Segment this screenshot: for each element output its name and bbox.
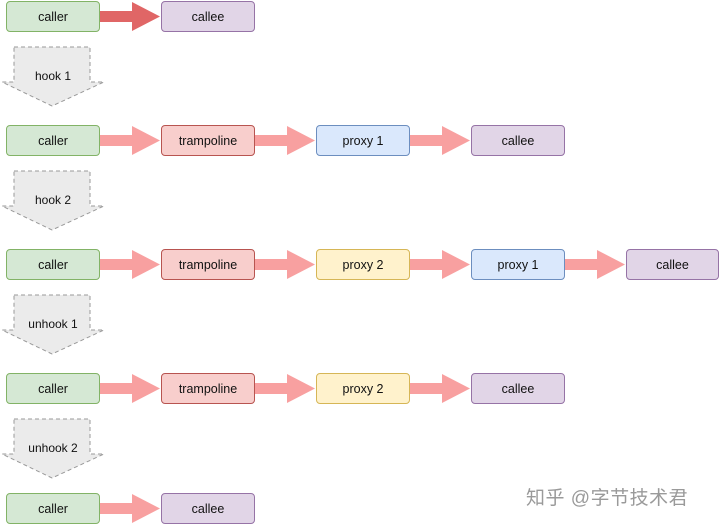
step-label-hook-1: hook 1 (34, 69, 72, 83)
callee-node-1: callee (161, 1, 255, 32)
right-block-arrow-icon (410, 126, 470, 155)
caller-node-4: caller (6, 373, 100, 404)
trampoline-node-3: trampoline (161, 249, 255, 280)
right-block-arrow-icon (255, 250, 315, 279)
callee-node-5: callee (161, 493, 255, 524)
right-block-arrow-icon (100, 494, 160, 523)
right-block-arrow-icon (100, 374, 160, 403)
step-label-unhook-2: unhook 2 (28, 441, 78, 455)
right-block-arrow-icon (410, 374, 470, 403)
caller-node-3: caller (6, 249, 100, 280)
step-label-unhook-1: unhook 1 (28, 317, 78, 331)
proxy1-node-2: proxy 1 (316, 125, 410, 156)
callee-node-4: callee (471, 373, 565, 404)
caller-node-2: caller (6, 125, 100, 156)
caller-node-1: caller (6, 1, 100, 32)
step-label-hook-2: hook 2 (34, 193, 72, 207)
right-block-arrow-icon (100, 126, 160, 155)
right-block-arrow-icon (100, 2, 160, 31)
right-block-arrow-icon (255, 374, 315, 403)
right-block-arrow-icon (410, 250, 470, 279)
callee-node-2: callee (471, 125, 565, 156)
trampoline-node-2: trampoline (161, 125, 255, 156)
caller-node-5: caller (6, 493, 100, 524)
trampoline-node-4: trampoline (161, 373, 255, 404)
proxy1-node-3: proxy 1 (471, 249, 565, 280)
watermark-text: 知乎 @字节技术君 (526, 488, 689, 509)
proxy2-node-4: proxy 2 (316, 373, 410, 404)
callee-node-3: callee (626, 249, 719, 280)
right-block-arrow-icon (255, 126, 315, 155)
right-block-arrow-icon (100, 250, 160, 279)
right-block-arrow-icon (565, 250, 625, 279)
proxy2-node-3: proxy 2 (316, 249, 410, 280)
